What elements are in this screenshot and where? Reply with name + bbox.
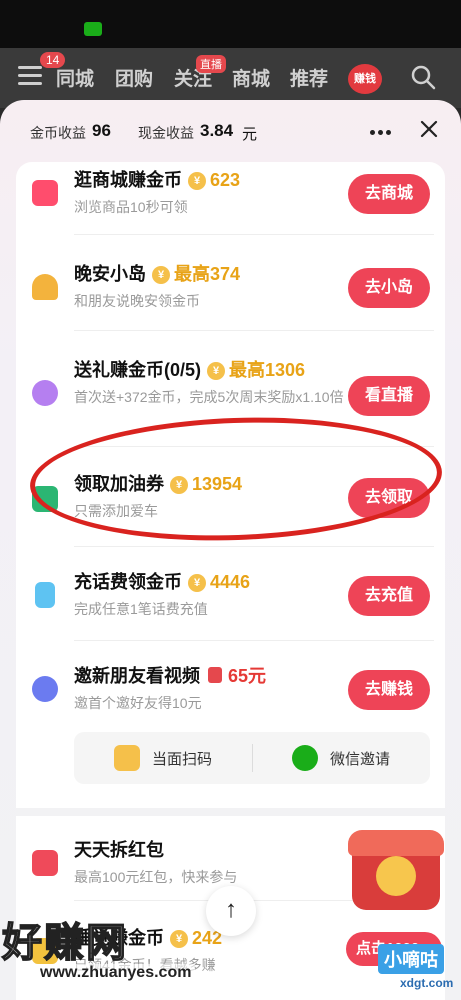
qr-code-icon [114, 745, 140, 771]
scroll-top-button[interactable]: ↑ [206, 886, 256, 936]
gold-coin-icon [376, 856, 416, 896]
phone-icon [35, 582, 55, 608]
live-badge: 直播 [196, 55, 226, 73]
go-mall-button[interactable]: 去商城 [348, 174, 430, 214]
task-row-phone-bill: 充话费领金币 ¥4446 完成任意1笔话费充值 去充值 [16, 554, 445, 646]
task-title: 天天拆红包 [74, 840, 164, 860]
wechat-notification-icon [84, 22, 102, 36]
coin-icon: ¥ [188, 574, 206, 592]
task-title: 充话费领金币 ¥4446 [74, 572, 251, 592]
task-subtitle: 最高100元红包，快来参与 [74, 869, 238, 885]
go-recharge-button[interactable]: 去充值 [348, 576, 430, 616]
cash-earnings-label: 现金收益 [138, 125, 194, 141]
more-icon[interactable] [370, 122, 396, 142]
menu-icon[interactable] [18, 66, 42, 86]
divider [74, 330, 434, 331]
cash-unit: 元 [242, 126, 258, 143]
task-title: 送礼赚金币(0/5) ¥ 最高1306 [74, 360, 306, 380]
coin-earnings-label: 金币收益 [30, 125, 86, 141]
shopping-bag-icon [32, 180, 58, 206]
cash-earnings-value: 3.84 [200, 121, 234, 140]
task-subtitle: 邀首个邀好友得10元 [74, 695, 202, 711]
task-subtitle: 和朋友说晚安领金币 [74, 293, 200, 309]
coin-icon: ¥ [170, 930, 188, 948]
nav-tab-recommend[interactable]: 推荐 [290, 64, 328, 91]
divider [74, 234, 434, 235]
task-subtitle: 浏览商品10秒可领 [74, 199, 188, 215]
section-gap [16, 808, 445, 816]
watermark-right: 小嘀咕 [378, 944, 444, 974]
task-title: 逛商城赚金币 ¥623 [74, 170, 241, 190]
task-subtitle: 首次送+372金币，完成5次周末奖励x1.10倍 [74, 389, 344, 405]
close-icon[interactable] [420, 120, 438, 138]
scan-option[interactable]: 当面扫码 [74, 732, 252, 784]
scan-label: 当面扫码 [152, 751, 213, 768]
palm-island-icon [32, 274, 58, 300]
task-title: 晚安小岛 ¥ 最高374 [74, 264, 241, 284]
go-island-button[interactable]: 去小岛 [348, 268, 430, 308]
earn-money-icon[interactable]: 赚钱 [348, 64, 382, 94]
red-envelope-icon [208, 667, 222, 683]
planet-icon [32, 380, 58, 406]
wechat-icon [292, 745, 318, 771]
task-row-island: 晚安小岛 ¥ 最高374 和朋友说晚安领金币 去小岛 [16, 246, 445, 338]
chest-lid [348, 830, 444, 856]
coin-icon: ¥ [207, 362, 226, 380]
red-packet-icon [32, 850, 58, 876]
divider [74, 640, 434, 641]
task-row-mall: 逛商城赚金币 ¥623 浏览商品10秒可领 去商城 [16, 152, 445, 244]
task-title: 邀新朋友看视频 65元 [74, 666, 267, 686]
divider [74, 546, 434, 547]
coin-earnings-value: 96 [92, 121, 111, 140]
share-options: 当面扫码 微信邀请 [74, 732, 430, 784]
watch-live-button[interactable]: 看直播 [348, 376, 430, 416]
search-icon[interactable] [410, 64, 436, 90]
task-row-invite: 邀新朋友看视频 65元 邀首个邀好友得10元 去赚钱 [16, 648, 445, 740]
watermark-url: www.zhuanyes.com [36, 964, 196, 982]
watermark-logo: 好赚网 [1, 920, 128, 966]
wechat-invite-label: 微信邀请 [330, 751, 391, 768]
invite-user-icon [32, 676, 58, 702]
go-earn-button[interactable]: 去赚钱 [348, 670, 430, 710]
wechat-invite-option[interactable]: 微信邀请 [252, 732, 430, 784]
coin-icon: ¥ [188, 172, 206, 190]
coin-icon: ¥ [152, 266, 170, 284]
nav-tab-group-buy[interactable]: 团购 [115, 64, 153, 91]
nav-tab-local[interactable]: 同城 [56, 64, 94, 91]
nav-tab-mall[interactable]: 商城 [232, 64, 270, 91]
task-subtitle: 完成任意1笔话费充值 [74, 601, 208, 617]
watermark-right-url: xdgt.com [400, 976, 454, 990]
treasure-chest[interactable]: 钱报首页社区 点击1000 [346, 830, 446, 966]
status-bar [0, 0, 461, 48]
